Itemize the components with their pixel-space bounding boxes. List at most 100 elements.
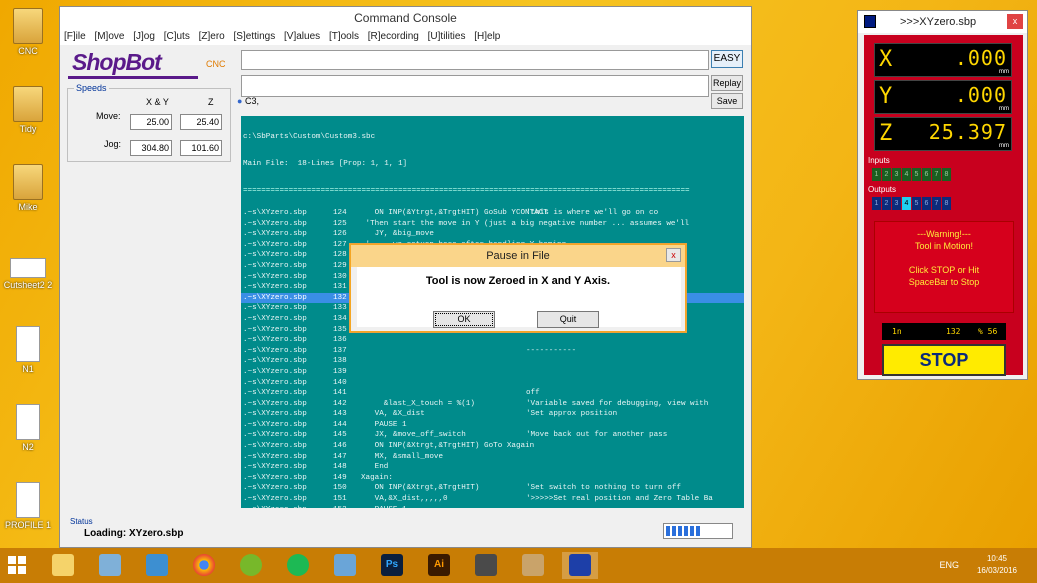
code-row[interactable]: .~s\XYzero.sbp 140 — [241, 378, 744, 389]
move-label: Move: — [96, 111, 121, 121]
status-label: Status — [70, 517, 93, 526]
move-z-field[interactable]: 25.40 — [180, 114, 222, 130]
easy-button[interactable]: EASY — [711, 50, 743, 68]
vcarve-icon[interactable] — [515, 552, 551, 579]
desktop-icon-profile1[interactable]: PROFILE 1 — [0, 482, 56, 530]
code-row[interactable]: .~s\XYzero.sbp 151 VA,&X_dist,,,,,0 '>>>>>… — [241, 494, 744, 505]
shopbot-app-icon[interactable] — [468, 552, 504, 579]
menu-zero[interactable]: [Z]ero — [199, 31, 225, 42]
x-label: X — [879, 47, 893, 72]
control-panel-icon[interactable] — [92, 552, 128, 579]
speeds-group-label: Speeds — [74, 83, 109, 93]
move-xy-field[interactable]: 25.00 — [130, 114, 172, 130]
ok-button[interactable]: OK — [433, 311, 495, 328]
code-text: ON INP(&Xtrgt,&TrgtHIT) — [361, 484, 480, 493]
output-indicator[interactable]: 6 — [922, 197, 931, 210]
progress-segment — [684, 526, 688, 536]
menu-jog[interactable]: [J]og — [133, 31, 155, 42]
code-line-number: 145 — [333, 431, 347, 440]
shopbot-console-icon[interactable] — [562, 552, 598, 579]
desktop-icon-mike[interactable]: Mike — [0, 164, 56, 212]
code-row[interactable]: .~s\XYzero.sbp152 PAUSE 1 — [241, 505, 744, 508]
code-line-number: 143 — [333, 410, 347, 419]
menu-utilities[interactable]: [U]tilities — [428, 31, 466, 42]
dro-title: >>>XYzero.sbp — [900, 16, 977, 28]
code-row[interactable]: .~s\XYzero.sbp 145 JX, &move_off_switch 'M… — [241, 430, 744, 441]
jog-z-field[interactable]: 101.60 — [180, 140, 222, 156]
clock[interactable]: 10:45 16/03/2016 — [977, 553, 1017, 577]
code-row[interactable]: .~s\XYzero.sbp 137 ----------- — [241, 346, 744, 357]
desktop-icon-cnc[interactable]: CNC — [0, 8, 56, 56]
menu-help[interactable]: [H]elp — [474, 31, 500, 42]
menu-values[interactable]: [V]alues — [284, 31, 320, 42]
utorrent-icon[interactable] — [233, 552, 269, 579]
input-indicator: 6 — [922, 168, 931, 181]
inputs-label: Inputs — [868, 156, 890, 165]
photos-icon[interactable] — [327, 552, 363, 579]
jog-label: Jog: — [104, 139, 122, 149]
code-row[interactable]: .~s\XYzero.sbp 136 — [241, 335, 744, 346]
code-row[interactable]: .~s\XYzero.sbp 138 — [241, 356, 744, 367]
desktop-icon-n2[interactable]: N2 — [0, 404, 56, 452]
code-row[interactable]: .~s\XYzero.sbp 142 &last_X_touch = %(1) 'V… — [241, 399, 744, 410]
position-readout-window: >>>XYzero.sbp x X .000 mm Y .000 mm Z 25… — [857, 10, 1028, 380]
code-row[interactable]: .~s\XYzero.sbp 143 VA, &X_dist 'Set approx… — [241, 409, 744, 420]
menu-tools[interactable]: [T]ools — [329, 31, 359, 42]
output-indicator[interactable]: 8 — [942, 197, 951, 210]
code-file: .~s\XYzero.sbp — [243, 452, 307, 461]
y-label: Y — [879, 84, 893, 109]
file-explorer-icon[interactable] — [45, 552, 81, 579]
desktop-icon-cutsheet[interactable]: Cutsheet2 2 — [0, 258, 56, 290]
code-row[interactable]: .~s\XYzero.sbp 149 Xagain: — [241, 473, 744, 484]
output-indicator[interactable]: 3 — [892, 197, 901, 210]
language-indicator[interactable]: ENG — [939, 560, 959, 570]
menu-recording[interactable]: [R]ecording — [368, 31, 419, 42]
output-indicator[interactable]: 1 — [872, 197, 881, 210]
code-row[interactable]: .~s\XYzero.sbp 139 — [241, 367, 744, 378]
spotify-icon[interactable] — [280, 552, 316, 579]
command-history-box[interactable] — [241, 75, 709, 97]
windows-start-button[interactable] — [8, 556, 26, 574]
code-row[interactable]: .~s\XYzero.sbp 150 ON INP(&Xtrgt,&TrgtHIT… — [241, 483, 744, 494]
desktop-icon-tidy[interactable]: Tidy — [0, 86, 56, 134]
output-indicator[interactable]: 7 — [932, 197, 941, 210]
desktop-icon-label: Mike — [18, 202, 38, 212]
code-row[interactable]: .~s\XYzero.sbp 146 ON INP(&Xtrgt,&TrgtHIT… — [241, 441, 744, 452]
stop-button[interactable]: STOP — [882, 344, 1006, 376]
code-row[interactable]: .~s\XYzero.sbp 126 JY, &big_move — [241, 229, 744, 240]
menu-file[interactable]: [F]ile — [64, 31, 86, 42]
command-input[interactable] — [241, 50, 709, 70]
close-icon[interactable]: x — [666, 248, 681, 262]
output-indicator[interactable]: 4 — [902, 197, 911, 210]
replay-button[interactable]: Replay — [711, 75, 743, 91]
menu-settings[interactable]: [S]ettings — [234, 31, 276, 42]
menu-move[interactable]: [M]ove — [94, 31, 124, 42]
code-comment: '>>>>>Set real position and Zero Table B… — [526, 495, 713, 504]
code-row[interactable]: .~s\XYzero.sbp 148 End — [241, 462, 744, 473]
photoshop-icon[interactable]: Ps — [374, 552, 410, 579]
illustrator-icon[interactable]: Ai — [421, 552, 457, 579]
code-file: .~s\XYzero.sbp — [243, 473, 307, 482]
close-icon[interactable]: x — [1007, 14, 1023, 29]
code-row[interactable]: .~s\XYzero.sbp 141 off — [241, 388, 744, 399]
code-row[interactable]: .~s\XYzero.sbp 147 MX, &small_move — [241, 452, 744, 463]
network-icon[interactable] — [139, 552, 175, 579]
jog-xy-field[interactable]: 304.80 — [130, 140, 172, 156]
output-indicator[interactable]: 5 — [912, 197, 921, 210]
output-indicator[interactable]: 2 — [882, 197, 891, 210]
desktop-icon-n1[interactable]: N1 — [0, 326, 56, 374]
outputs-indicators: 12345678 — [872, 196, 952, 210]
code-line-number: 137 — [333, 346, 347, 355]
code-row[interactable]: .~s\XYzero.sbp 125 'Then start the move i… — [241, 219, 744, 230]
code-text: &last_X_touch = %(1) — [361, 399, 475, 408]
loading-text: Loading: XYzero.sbp — [84, 528, 184, 539]
code-row[interactable]: .~s\XYzero.sbp 124 ON INP(&Ytrgt,&TrgtHIT… — [241, 208, 744, 219]
menu-cuts[interactable]: [C]uts — [164, 31, 190, 42]
code-text: End — [361, 463, 389, 472]
shopbot-logo: ShopBot CNC — [68, 49, 233, 81]
chrome-icon[interactable] — [186, 552, 222, 579]
save-button[interactable]: Save — [711, 93, 743, 109]
code-row[interactable]: .~s\XYzero.sbp 144 PAUSE 1 — [241, 420, 744, 431]
listing-separator: ========================================… — [243, 187, 690, 192]
quit-button[interactable]: Quit — [537, 311, 599, 328]
